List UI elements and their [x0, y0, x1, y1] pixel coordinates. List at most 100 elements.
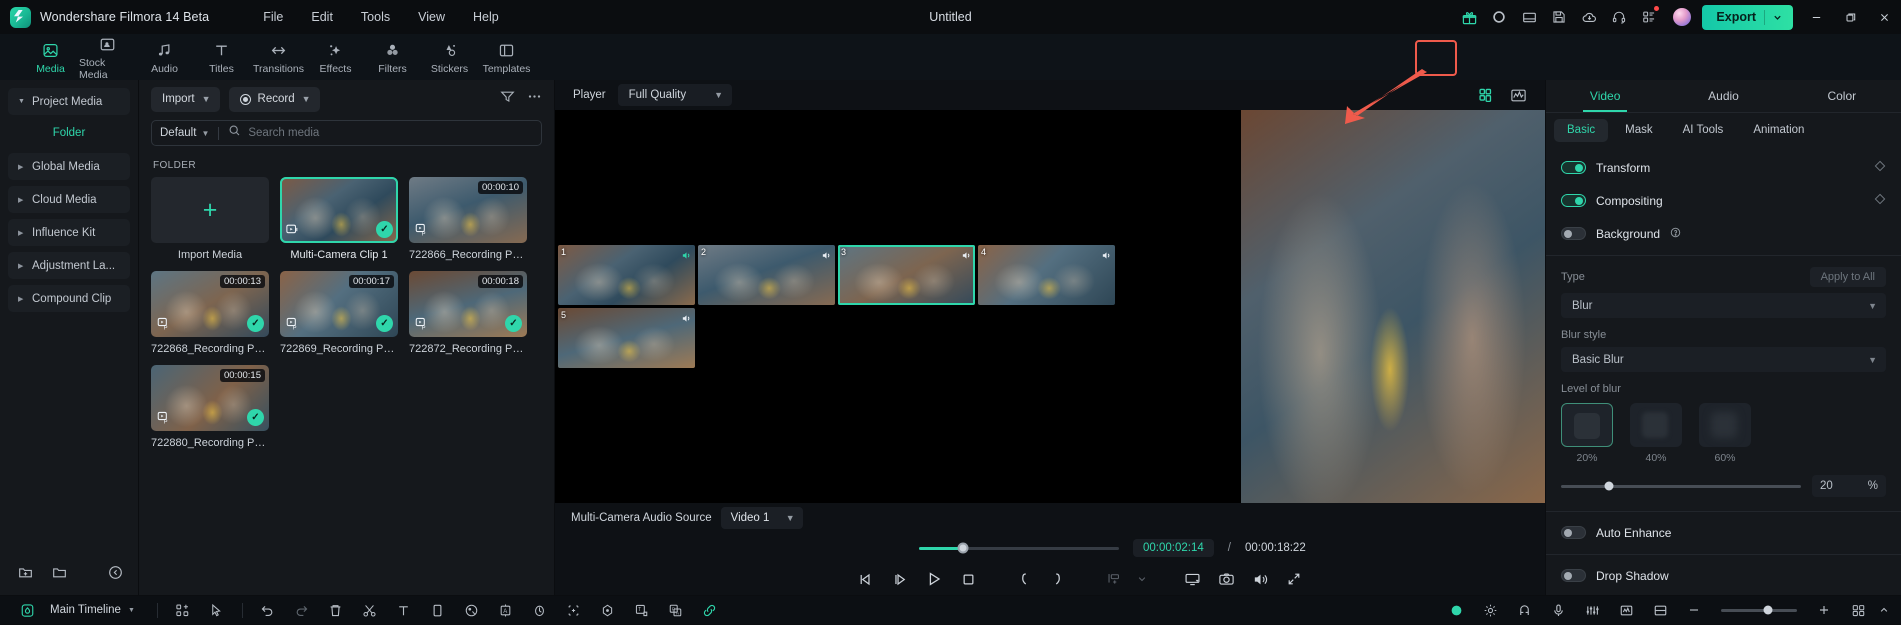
folder-icon[interactable] [42, 558, 76, 587]
auto-enhance-toggle[interactable] [1561, 526, 1586, 539]
silence-detect-icon[interactable] [1643, 596, 1677, 625]
timeline-name-dropdown[interactable]: Main Timeline ▼ [44, 604, 149, 616]
subtab-mask[interactable]: Mask [1612, 119, 1665, 142]
blur-amount-field[interactable]: 20 % [1812, 475, 1886, 497]
close-button[interactable] [1867, 0, 1901, 34]
tab-stickers[interactable]: Stickers [421, 39, 478, 75]
audio-muted-icon[interactable] [821, 248, 832, 259]
menu-edit[interactable]: Edit [297, 6, 347, 28]
audio-active-icon[interactable] [681, 248, 692, 259]
sidebar-subitem-folder[interactable]: Folder [8, 121, 130, 145]
layout-icon[interactable] [1514, 0, 1544, 34]
media-item-722868[interactable]: 00:00:13 P ✓ 722868_Recording Po... [151, 271, 269, 355]
cloud-upload-icon[interactable] [1574, 0, 1604, 34]
blur-amount-slider[interactable] [1561, 481, 1801, 491]
link-icon[interactable] [693, 596, 727, 625]
crop-icon[interactable] [421, 596, 455, 625]
media-thumbnail[interactable]: ✓ [280, 177, 398, 243]
blur-slider-knob[interactable] [1604, 481, 1614, 491]
menu-view[interactable]: View [404, 6, 459, 28]
screen-record-icon[interactable] [1175, 565, 1209, 593]
tab-filters[interactable]: Filters [364, 39, 421, 75]
subtab-ai-tools[interactable]: AI Tools [1670, 119, 1737, 142]
menu-file[interactable]: File [249, 6, 297, 28]
subtab-basic[interactable]: Basic [1554, 118, 1609, 142]
fullscreen-icon[interactable] [1277, 565, 1311, 593]
media-thumbnail[interactable]: 00:00:10 P [409, 177, 527, 243]
mic-icon[interactable] [1541, 596, 1575, 625]
blur-preset-60[interactable]: 60% [1699, 403, 1751, 464]
import-button[interactable]: Import ▼ [151, 86, 220, 112]
blur-style-dropdown[interactable]: Basic Blur ▼ [1561, 347, 1886, 372]
snapshot-icon[interactable] [1209, 565, 1243, 593]
select-tool-icon[interactable] [166, 596, 200, 625]
delete-icon[interactable] [319, 596, 353, 625]
sidebar-item-influence-kit[interactable]: ▶ Influence Kit [8, 219, 130, 246]
chevron-up-icon[interactable] [1875, 596, 1893, 625]
sidebar-item-compound-clip[interactable]: ▶ Compound Clip [8, 285, 130, 312]
tab-audio[interactable]: Audio [1664, 80, 1782, 112]
media-thumbnail[interactable]: 00:00:13 P ✓ [151, 271, 269, 337]
grid-toggle-icon[interactable] [1841, 596, 1875, 625]
tab-media[interactable]: Media [22, 39, 79, 75]
volume-icon[interactable] [1243, 565, 1277, 593]
background-toggle[interactable] [1561, 227, 1586, 240]
marker-icon[interactable] [1439, 596, 1473, 625]
stabilize-icon[interactable] [591, 596, 625, 625]
auto-reframe-icon[interactable]: T [625, 596, 659, 625]
playhead-scrubber[interactable] [919, 542, 1119, 554]
pointer-tool-icon[interactable] [200, 596, 234, 625]
apps-grid-icon[interactable] [1634, 0, 1664, 34]
more-options-icon[interactable] [527, 89, 542, 109]
audio-muted-icon[interactable] [961, 248, 972, 259]
keyframe-diamond-icon[interactable] [1874, 192, 1886, 210]
transform-toggle[interactable] [1561, 161, 1586, 174]
next-frame-icon[interactable] [883, 565, 917, 593]
chevron-down-icon[interactable] [1773, 13, 1782, 22]
tab-color[interactable]: Color [1783, 80, 1901, 112]
tab-titles[interactable]: Titles [193, 39, 250, 75]
blur-preset-20[interactable]: 20% [1561, 403, 1613, 464]
audio-mix-icon[interactable] [1575, 596, 1609, 625]
record-circle-icon[interactable] [1484, 0, 1514, 34]
audio-muted-icon[interactable] [681, 311, 692, 322]
add-to-timeline-icon[interactable] [1097, 565, 1131, 593]
tab-audio[interactable]: Audio [136, 39, 193, 75]
keyframe-diamond-icon[interactable] [1874, 159, 1886, 177]
media-thumbnail[interactable]: 00:00:18 P ✓ [409, 271, 527, 337]
media-item-722880[interactable]: 00:00:15 P ✓ 722880_Recording Po... [151, 365, 269, 449]
render-preview-icon[interactable] [10, 596, 44, 625]
minimize-button[interactable] [1799, 0, 1833, 34]
add-media-tile[interactable]: + [151, 177, 269, 243]
media-item-722866[interactable]: 00:00:10 P 722866_Recording Po... [409, 177, 527, 261]
save-icon[interactable] [1544, 0, 1574, 34]
zoom-slider-knob[interactable] [1763, 605, 1773, 615]
media-item-722869[interactable]: 00:00:17 P ✓ 722869_Recording Po... [280, 271, 398, 355]
collapse-left-icon[interactable] [98, 558, 132, 587]
headset-icon[interactable] [1604, 0, 1634, 34]
chevron-down-icon[interactable] [1131, 565, 1153, 593]
settings-icon[interactable] [1473, 596, 1507, 625]
quality-dropdown[interactable]: Full Quality ▼ [617, 84, 733, 106]
multicam-cell-5[interactable]: 5 [558, 308, 695, 368]
new-folder-icon[interactable] [8, 558, 42, 587]
main-preview[interactable] [1241, 110, 1545, 503]
media-thumbnail[interactable]: 00:00:17 P ✓ [280, 271, 398, 337]
mark-out-icon[interactable] [1041, 565, 1075, 593]
sidebar-item-adjustment-layer[interactable]: ▶ Adjustment La... [8, 252, 130, 279]
menu-help[interactable]: Help [459, 6, 513, 28]
captions-icon[interactable]: PA [659, 596, 693, 625]
subtab-animation[interactable]: Animation [1740, 119, 1817, 142]
text-icon[interactable] [387, 596, 421, 625]
redo-icon[interactable] [285, 596, 319, 625]
blur-preset-40[interactable]: 40% [1630, 403, 1682, 464]
keyframe-icon[interactable] [523, 596, 557, 625]
split-scissors-icon[interactable] [353, 596, 387, 625]
help-icon[interactable] [1670, 227, 1681, 241]
multicam-cell-4[interactable]: 4 [978, 245, 1115, 305]
multicam-cell-2[interactable]: 2 [698, 245, 835, 305]
tab-video[interactable]: Video [1546, 80, 1664, 112]
zoom-out-icon[interactable] [1677, 596, 1711, 625]
filter-icon[interactable] [500, 89, 515, 109]
export-button[interactable]: Export [1702, 4, 1793, 30]
